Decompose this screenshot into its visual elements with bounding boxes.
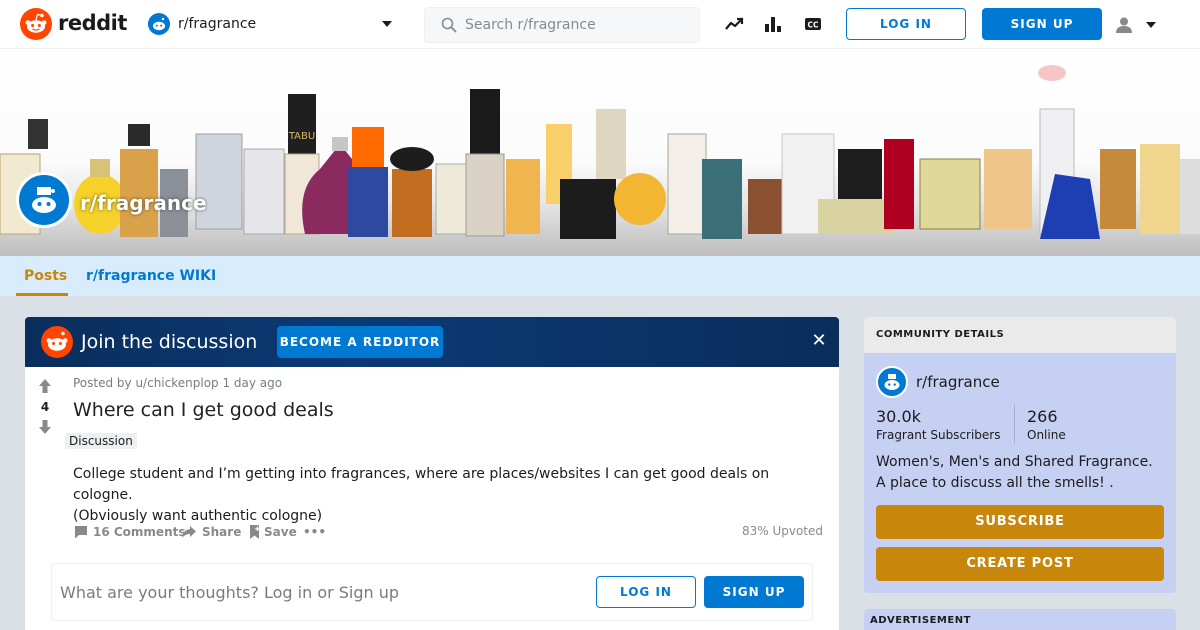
sidebar-community-avatar-icon[interactable]: [876, 366, 908, 398]
svg-text:TABU: TABU: [288, 131, 315, 142]
comments-label: 16 Comments: [93, 525, 186, 539]
trending-icon[interactable]: [724, 14, 744, 34]
reddit-wordmark[interactable]: reddit: [58, 11, 127, 35]
community-description: Women's, Men's and Shared Fragrance. A p…: [876, 454, 1153, 491]
comment-prompt-text: What are your thoughts? Log in or Sign u…: [60, 583, 400, 602]
community-dropdown-label: r/fragrance: [178, 16, 257, 32]
community-banner: TABU r/fragrance: [0, 49, 1200, 256]
close-icon[interactable]: ✕: [809, 331, 829, 351]
chevron-down-icon: [1146, 22, 1156, 28]
comment-login-box: What are your thoughts? Log in or Sign u…: [51, 563, 813, 621]
search-input[interactable]: [465, 8, 693, 42]
caret-down-icon: [382, 21, 392, 27]
save-icon: [250, 525, 260, 539]
become-redditor-button[interactable]: BECOME A REDDITOR: [277, 326, 443, 358]
online-label: Online: [1027, 428, 1066, 442]
subscribe-button[interactable]: SUBSCRIBE: [876, 505, 1164, 539]
tab-posts[interactable]: Posts: [24, 268, 67, 284]
post-title[interactable]: Where can I get good deals: [73, 399, 334, 421]
top-header: reddit r/fragrance CC LOG IN SIGN UP: [0, 0, 1200, 49]
search-icon: [441, 17, 457, 33]
community-nav: Posts r/fragrance WIKI: [0, 256, 1200, 296]
share-icon: [182, 526, 196, 538]
post-meta: Posted by u/chickenplop 1 day ago: [73, 376, 283, 390]
sidebar-community-name[interactable]: r/fragrance: [916, 373, 1000, 391]
community-details-header: COMMUNITY DETAILS: [864, 317, 1176, 353]
tab-wiki[interactable]: r/fragrance WIKI: [86, 268, 216, 284]
upvote-icon[interactable]: [37, 378, 53, 394]
more-options-icon[interactable]: •••: [303, 522, 327, 542]
join-discussion-text: Join the discussion: [81, 331, 258, 353]
header-login-button[interactable]: LOG IN: [846, 8, 966, 40]
save-button[interactable]: Save: [247, 522, 297, 542]
save-label: Save: [264, 525, 297, 539]
more-options-label: •••: [303, 525, 327, 539]
share-button[interactable]: Share: [181, 522, 242, 542]
community-dropdown[interactable]: r/fragrance: [146, 12, 400, 38]
community-avatar-icon: [148, 13, 170, 35]
search-bar[interactable]: [424, 7, 700, 43]
header-signup-button[interactable]: SIGN UP: [982, 8, 1102, 40]
vote-column: 4: [25, 367, 65, 487]
create-post-button[interactable]: CREATE POST: [876, 547, 1164, 581]
subscriber-label: Fragrant Subscribers: [876, 428, 1001, 442]
subscriber-count: 30.0k: [876, 407, 921, 426]
post-card: 4 Posted by u/chickenplop 1 day ago Wher…: [25, 367, 839, 630]
comment-login-button[interactable]: LOG IN: [596, 576, 696, 608]
svg-text:CC: CC: [807, 21, 819, 30]
perfume-bottles-banner-image: TABU: [0, 65, 1200, 256]
join-discussion-bar: Join the discussion BECOME A REDDITOR ✕: [25, 317, 839, 367]
post-flair[interactable]: Discussion: [65, 433, 137, 449]
user-menu-dropdown[interactable]: [1112, 12, 1162, 38]
comment-icon: [75, 526, 87, 539]
user-icon: [1116, 17, 1132, 33]
advertisement-label: ADVERTISEMENT: [870, 615, 971, 626]
comment-signup-button[interactable]: SIGN UP: [704, 576, 804, 608]
online-count: 266: [1027, 407, 1058, 426]
comments-button[interactable]: 16 Comments: [73, 522, 186, 542]
banner-community-avatar-icon[interactable]: [16, 172, 72, 228]
advertisement-card: ADVERTISEMENT: [864, 609, 1176, 630]
community-details-title: COMMUNITY DETAILS: [876, 329, 1005, 340]
vote-score: 4: [40, 400, 50, 414]
downvote-icon[interactable]: [37, 419, 53, 435]
post-body: College student and I’m getting into fra…: [73, 464, 813, 527]
banner-community-name: r/fragrance: [80, 191, 207, 215]
stat-divider: [1014, 405, 1015, 443]
share-label: Share: [202, 525, 242, 539]
upvote-ratio: 83% Upvoted: [741, 524, 823, 538]
reddit-logo-icon[interactable]: [20, 8, 52, 40]
active-tab-indicator: [16, 293, 68, 296]
reddit-snoo-icon: [41, 326, 73, 358]
leaderboard-icon[interactable]: [763, 14, 783, 34]
closed-caption-icon[interactable]: CC: [803, 14, 823, 34]
community-details-card: COMMUNITY DETAILS r/fragrance 30.0k Frag…: [864, 317, 1176, 593]
post-body-line: College student and I’m getting into fra…: [73, 466, 770, 503]
